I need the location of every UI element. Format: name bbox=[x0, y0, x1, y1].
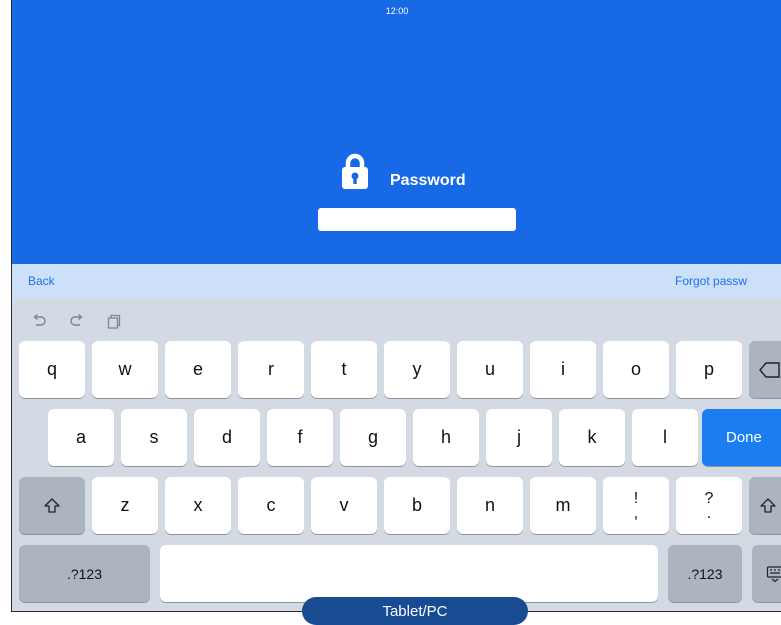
key-d[interactable]: d bbox=[194, 409, 260, 466]
key-n[interactable]: n bbox=[457, 477, 523, 534]
key-v[interactable]: v bbox=[311, 477, 377, 534]
key-e[interactable]: e bbox=[165, 341, 231, 398]
key-p[interactable]: p bbox=[676, 341, 742, 398]
shift-icon bbox=[760, 497, 776, 513]
key-period-label: . bbox=[706, 504, 712, 522]
key-j[interactable]: j bbox=[486, 409, 552, 466]
backspace-key[interactable] bbox=[749, 341, 781, 398]
key-c[interactable]: c bbox=[238, 477, 304, 534]
key-g[interactable]: g bbox=[340, 409, 406, 466]
key-o[interactable]: o bbox=[603, 341, 669, 398]
backspace-icon bbox=[759, 361, 780, 378]
key-q[interactable]: q bbox=[19, 341, 85, 398]
key-question-label: ? bbox=[704, 489, 714, 507]
shift-icon bbox=[44, 497, 60, 513]
tablet-screen: 12:00 Password Back Forgot passw q w e r… bbox=[11, 0, 781, 612]
key-x[interactable]: x bbox=[165, 477, 231, 534]
paste-icon[interactable] bbox=[105, 312, 123, 330]
key-w[interactable]: w bbox=[92, 341, 158, 398]
forgot-password-link[interactable]: Forgot passw bbox=[675, 274, 747, 288]
numbers-key-left[interactable]: .?123 bbox=[19, 545, 150, 602]
undo-icon[interactable] bbox=[30, 312, 48, 330]
password-input[interactable] bbox=[318, 208, 516, 231]
key-comma-label: , bbox=[633, 504, 639, 522]
lock-icon bbox=[342, 153, 368, 189]
keyboard-accessory-bar bbox=[12, 264, 781, 298]
key-question-period[interactable]: ? . bbox=[676, 477, 742, 534]
key-b[interactable]: b bbox=[384, 477, 450, 534]
numbers-key-right[interactable]: .?123 bbox=[668, 545, 742, 602]
key-z[interactable]: z bbox=[92, 477, 158, 534]
key-l[interactable]: l bbox=[632, 409, 698, 466]
done-button[interactable]: Done bbox=[702, 409, 781, 466]
space-bar[interactable] bbox=[160, 545, 658, 602]
key-u[interactable]: u bbox=[457, 341, 523, 398]
key-m[interactable]: m bbox=[530, 477, 596, 534]
key-exclaim-label: ! bbox=[633, 489, 639, 507]
dismiss-keyboard-key[interactable] bbox=[752, 545, 781, 602]
key-a[interactable]: a bbox=[48, 409, 114, 466]
key-h[interactable]: h bbox=[413, 409, 479, 466]
key-k[interactable]: k bbox=[559, 409, 625, 466]
redo-icon[interactable] bbox=[68, 312, 86, 330]
shift-key-left[interactable] bbox=[19, 477, 85, 534]
key-exclaim-comma[interactable]: ! , bbox=[603, 477, 669, 534]
device-caption: Tablet/PC bbox=[302, 597, 528, 625]
key-f[interactable]: f bbox=[267, 409, 333, 466]
key-r[interactable]: r bbox=[238, 341, 304, 398]
keyboard-dismiss-icon bbox=[766, 565, 781, 582]
back-button[interactable]: Back bbox=[28, 274, 55, 288]
key-s[interactable]: s bbox=[121, 409, 187, 466]
status-bar-time: 12:00 bbox=[385, 6, 409, 16]
key-t[interactable]: t bbox=[311, 341, 377, 398]
key-i[interactable]: i bbox=[530, 341, 596, 398]
key-y[interactable]: y bbox=[384, 341, 450, 398]
shift-key-right[interactable] bbox=[749, 477, 781, 534]
password-label: Password bbox=[390, 172, 466, 189]
